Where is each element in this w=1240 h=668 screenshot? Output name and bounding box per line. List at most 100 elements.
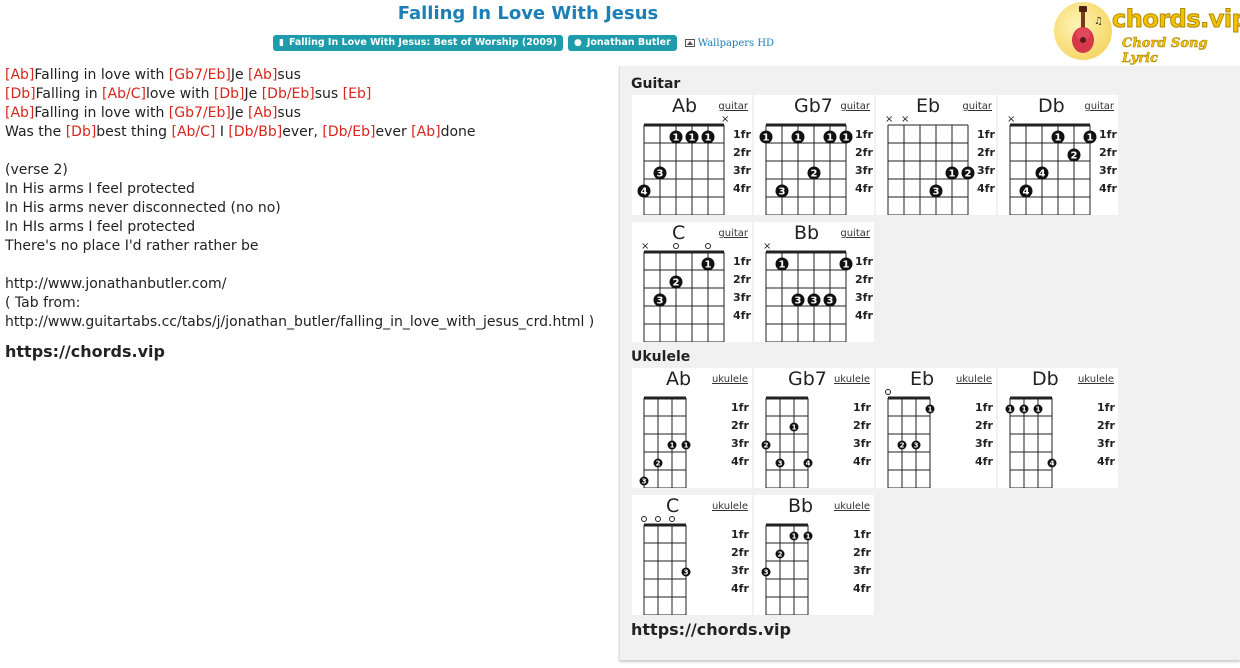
- lyric-text: sus: [277, 105, 301, 121]
- chord-label[interactable]: [Ab/C]: [172, 124, 216, 140]
- fret-label: 2fr: [733, 273, 751, 286]
- chord-label[interactable]: [Ab]: [5, 67, 34, 83]
- ukulele-link[interactable]: ukulele: [956, 374, 992, 385]
- site-logo[interactable]: ♫ chords.vip Chord Song Lyric: [1054, 2, 1240, 66]
- album-badge[interactable]: ▮ Falling In Love With Jesus: Best of Wo…: [273, 35, 563, 51]
- muted-string-marker: ×: [885, 114, 893, 125]
- svg-text:3: 3: [684, 569, 689, 577]
- chord-label[interactable]: [Ab]: [248, 105, 277, 121]
- footer-site-link[interactable]: https://chords.vip: [631, 620, 791, 639]
- finger-dot: 3: [653, 293, 667, 307]
- chord-label[interactable]: [Ab]: [248, 67, 277, 83]
- svg-text:3: 3: [933, 187, 940, 198]
- artist-badge[interactable]: ● Jonathan Butler: [567, 35, 677, 51]
- chord-label[interactable]: [Ab/C]: [102, 86, 146, 102]
- svg-text:4: 4: [806, 460, 811, 468]
- guitar-link[interactable]: guitar: [962, 101, 992, 112]
- fret-label: 3fr: [1097, 437, 1115, 450]
- lyric-text: In His arms never disconnected (no no): [5, 200, 281, 216]
- finger-dot: 3: [929, 184, 943, 198]
- ukulele-link[interactable]: ukulele: [712, 501, 748, 512]
- lyric-line: (verse 2): [5, 161, 594, 180]
- chord-name: Ab: [666, 368, 692, 390]
- guitar-link[interactable]: guitar: [718, 228, 748, 239]
- chord-name: Eb: [916, 95, 941, 117]
- finger-dot: 1: [789, 531, 799, 541]
- svg-text:1: 1: [673, 133, 680, 144]
- finger-dot: 4: [637, 184, 651, 198]
- site-link[interactable]: https://chords.vip: [5, 342, 594, 361]
- svg-text:3: 3: [778, 460, 783, 468]
- ukulele-chord-c[interactable]: 1fr 2fr 3fr 4fr 3 Cukulele: [632, 495, 752, 615]
- fret-label: 4fr: [731, 582, 749, 595]
- muted-string-marker: ×: [763, 241, 771, 252]
- guitar-chord-eb[interactable]: 1fr2fr3fr4fr××4312Ebguitar: [876, 95, 996, 215]
- ukulele-chord-bb[interactable]: 1fr 2fr 3fr 4fr 3 2 1 1 Bb ukulele: [754, 495, 874, 615]
- lyric-line: http://www.jonathanbutler.com/: [5, 275, 594, 294]
- chord-label[interactable]: [Db/Bb]: [228, 124, 282, 140]
- ukulele-link[interactable]: ukulele: [834, 374, 870, 385]
- chord-label[interactable]: [Db/Eb]: [262, 86, 315, 102]
- guitar-chord-db[interactable]: 1fr 2fr 3fr 4fr × 4 4 1 2 1 Db guitar: [998, 95, 1118, 215]
- svg-text:1: 1: [827, 133, 834, 144]
- ukulele-chord-gb7[interactable]: 1fr 2fr 3fr 4fr 2 3 1 4 Gb7 ukulele: [754, 368, 874, 488]
- ukulele-chord-ab[interactable]: 1fr 2fr 3fr 4fr 3 2 1 1 Ab ukulele: [632, 368, 752, 488]
- chord-label[interactable]: [Db]: [66, 124, 97, 140]
- open-string-marker: [669, 516, 675, 522]
- finger-dot: 2: [761, 440, 771, 450]
- chord-name: Ab: [672, 95, 698, 117]
- fret-label: 4fr: [733, 182, 751, 195]
- guitar-chord-c[interactable]: 1fr 2fr 3fr 4fr × 3 2 1 Cguitar: [632, 222, 752, 342]
- lyric-text: (verse 2): [5, 162, 68, 178]
- guitar-link[interactable]: guitar: [840, 101, 870, 112]
- open-string-marker: [655, 516, 661, 522]
- chord-label[interactable]: [Db/Eb]: [322, 124, 375, 140]
- finger-dot: 2: [775, 549, 785, 559]
- ukulele-chord-eb[interactable]: 1fr 2fr 3fr 4fr 2 3 1 Eb ukulele: [876, 368, 996, 488]
- finger-dot: 1: [1083, 130, 1097, 144]
- guitar-link[interactable]: guitar: [1084, 101, 1114, 112]
- chord-label[interactable]: [Db]: [214, 86, 245, 102]
- ukulele-chord-db[interactable]: 1fr 2fr 3fr 4fr 1 1 1 4 Db ukulele: [998, 368, 1118, 488]
- finger-dot: 3: [823, 293, 837, 307]
- finger-dot: 4: [803, 458, 813, 468]
- wallpapers-label: Wallpapers HD: [697, 37, 775, 49]
- finger-dot: 2: [961, 166, 975, 180]
- svg-text:3: 3: [657, 296, 664, 307]
- svg-text:2: 2: [764, 442, 769, 450]
- chord-label[interactable]: [Gb7/Eb]: [169, 67, 231, 83]
- lyric-text: ( Tab from:: [5, 295, 81, 311]
- fret-label: 4fr: [853, 582, 871, 595]
- chord-diagram: 1fr 2fr 3fr 4fr 3 2 1 1: [639, 396, 749, 488]
- wallpapers-link[interactable]: Wallpapers HD: [684, 37, 775, 49]
- ukulele-link[interactable]: ukulele: [1078, 374, 1114, 385]
- chord-label[interactable]: [Ab]: [411, 124, 440, 140]
- guitar-link[interactable]: guitar: [718, 101, 748, 112]
- lyric-line: Was the [Db]best thing [Ab/C] I [Db/Bb]e…: [5, 123, 594, 142]
- finger-dot: 1: [681, 440, 691, 450]
- ukulele-link[interactable]: ukulele: [834, 501, 870, 512]
- finger-dot: 4: [1035, 166, 1049, 180]
- guitar-chord-ab[interactable]: 1fr 2fr 3fr 4fr × 4 3 1 1 1 Ab guitar: [632, 95, 752, 215]
- guitar-chord-gb7[interactable]: 1fr 2fr 3fr 4fr 1 3 1 2 1 1 Gb7 guitar: [754, 95, 874, 215]
- ukulele-link[interactable]: ukulele: [712, 374, 748, 385]
- chord-label[interactable]: [Ab]: [5, 105, 34, 121]
- svg-text:♫: ♫: [1094, 16, 1103, 27]
- finger-dot: 1: [759, 130, 773, 144]
- fret-label: 1fr: [731, 528, 749, 541]
- fret-label: 1fr: [853, 528, 871, 541]
- song-title[interactable]: Falling In Love With Jesus: [0, 3, 1056, 24]
- svg-text:1: 1: [792, 424, 797, 432]
- finger-dot: 2: [807, 166, 821, 180]
- chord-label[interactable]: [Eb]: [343, 86, 372, 102]
- chord-label[interactable]: [Db]: [5, 86, 36, 102]
- finger-dot: 3: [791, 293, 805, 307]
- svg-text:3: 3: [811, 296, 818, 307]
- chord-label[interactable]: [Gb7/Eb]: [169, 105, 231, 121]
- lyric-line: [5, 142, 594, 161]
- guitar-link[interactable]: guitar: [840, 228, 870, 239]
- guitar-chord-bb[interactable]: 1fr 2fr 3fr 4fr × 1 3 3 3 1 Bb guitar: [754, 222, 874, 342]
- finger-dot: 1: [701, 257, 715, 271]
- chord-diagram: 1fr 2fr 3fr 4fr 3 2 1 1: [761, 523, 871, 615]
- finger-dot: 3: [807, 293, 821, 307]
